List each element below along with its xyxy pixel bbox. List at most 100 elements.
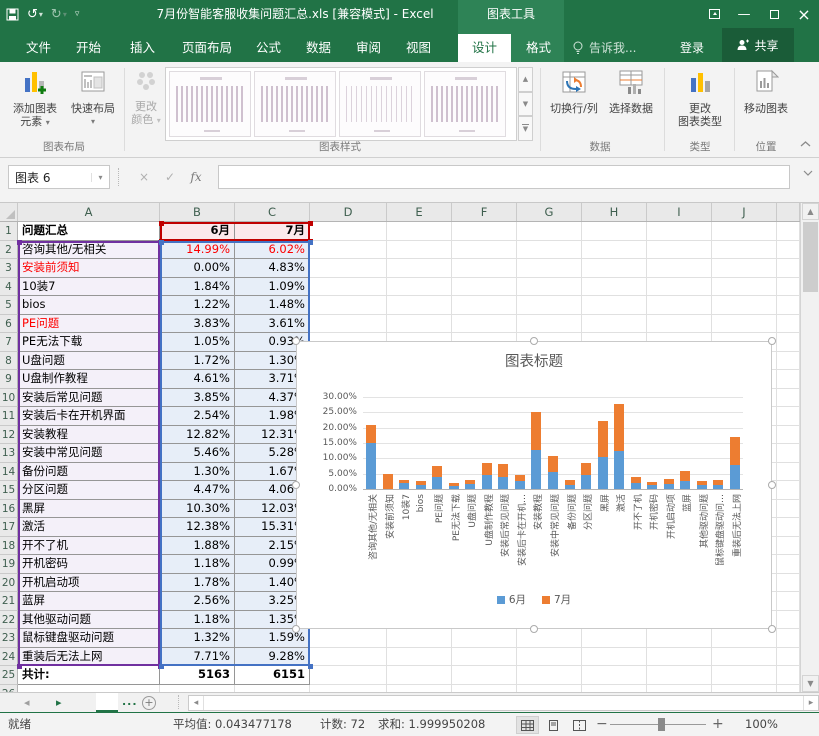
cell-F1[interactable] (452, 222, 517, 241)
chart-bar-鼠标键盘驱动问题[interactable] (713, 480, 723, 489)
cell-F3[interactable] (452, 259, 517, 278)
cell-A22[interactable]: 其他驱动问题 (18, 611, 160, 630)
ribbon-tab-5[interactable]: 公式 (242, 34, 295, 62)
scroll-left-arrow[interactable]: ◂ (189, 696, 204, 710)
column-header-I[interactable]: I (647, 203, 712, 221)
cell-I6[interactable] (647, 315, 712, 334)
row-header-9[interactable]: 9 (0, 370, 18, 389)
scroll-right-arrow[interactable]: ▸ (803, 696, 818, 710)
cell-D5[interactable] (310, 296, 387, 315)
cell-D3[interactable] (310, 259, 387, 278)
row-header-26[interactable]: 26 (0, 685, 18, 693)
page-layout-view-button[interactable] (542, 716, 565, 734)
chart-selection-handle[interactable] (768, 337, 776, 345)
column-header-G[interactable]: G (517, 203, 582, 221)
cell-X14[interactable] (777, 463, 800, 482)
horizontal-scrollbar[interactable]: ◂ ▸ (188, 695, 819, 711)
undo-button[interactable]: ↺▾ (27, 7, 43, 22)
sheet-nav-next-icon[interactable]: ▸ (56, 693, 62, 713)
row-header-16[interactable]: 16 (0, 500, 18, 519)
cell-G6[interactable] (517, 315, 582, 334)
bar-segment-jun[interactable] (730, 465, 740, 489)
scroll-down-arrow[interactable]: ▼ (802, 675, 819, 692)
enter-formula-button[interactable]: ✓ (158, 165, 182, 189)
bar-segment-jul[interactable] (697, 481, 707, 485)
row-header-13[interactable]: 13 (0, 444, 18, 463)
cell-H4[interactable] (582, 278, 647, 297)
cell-B16[interactable]: 10.30% (160, 500, 235, 519)
bar-segment-jun[interactable] (432, 477, 442, 489)
bar-segment-jul[interactable] (581, 463, 591, 475)
ribbon-tab-8[interactable]: 视图 (392, 34, 445, 62)
cell-H1[interactable] (582, 222, 647, 241)
insert-function-button[interactable]: fx (184, 165, 208, 189)
row-header-21[interactable]: 21 (0, 592, 18, 611)
cell-J25[interactable] (712, 666, 777, 685)
cell-F26[interactable] (452, 685, 517, 693)
chart-bar-PE问题[interactable] (432, 466, 442, 489)
bar-segment-jun[interactable] (465, 484, 475, 489)
chart-bar-咨询其他/无相关[interactable] (366, 425, 376, 489)
row-header-8[interactable]: 8 (0, 352, 18, 371)
cell-X12[interactable] (777, 426, 800, 445)
row-header-24[interactable]: 24 (0, 648, 18, 667)
bar-segment-jul[interactable] (432, 466, 442, 477)
maximize-button[interactable] (759, 0, 789, 28)
cell-F25[interactable] (452, 666, 517, 685)
chart-title[interactable]: 图表标题 (297, 350, 771, 371)
bar-segment-jul[interactable] (631, 477, 641, 484)
chart-bar-激活[interactable] (614, 404, 624, 489)
cell-B18[interactable]: 1.88% (160, 537, 235, 556)
cell-X22[interactable] (777, 611, 800, 630)
cell-A12[interactable]: 安装教程 (18, 426, 160, 445)
bar-segment-jun[interactable] (697, 485, 707, 489)
ribbon-tab-3[interactable]: 插入 (116, 34, 169, 62)
chart-selection-handle[interactable] (530, 625, 538, 633)
bar-segment-jul[interactable] (647, 482, 657, 485)
cell-B12[interactable]: 12.82% (160, 426, 235, 445)
cancel-formula-button[interactable]: × (132, 165, 156, 189)
cell-E1[interactable] (387, 222, 452, 241)
row-header-7[interactable]: 7 (0, 333, 18, 352)
cell-G1[interactable] (517, 222, 582, 241)
chart-bar-10装7[interactable] (399, 480, 409, 489)
cell-D1[interactable] (310, 222, 387, 241)
bar-segment-jun[interactable] (548, 472, 558, 489)
cell-E2[interactable] (387, 241, 452, 260)
cell-J23[interactable] (712, 629, 777, 648)
ribbon-tab-4[interactable]: 页面布局 (168, 34, 246, 62)
bar-segment-jul[interactable] (399, 480, 409, 483)
cell-F24[interactable] (452, 648, 517, 667)
bar-segment-jun[interactable] (713, 485, 723, 489)
bar-segment-jul[interactable] (449, 483, 459, 486)
cell-J24[interactable] (712, 648, 777, 667)
cell-X7[interactable] (777, 333, 800, 352)
cell-J2[interactable] (712, 241, 777, 260)
cell-D23[interactable] (310, 629, 387, 648)
gallery-more-button[interactable]: ▼ (518, 116, 533, 141)
cell-B14[interactable]: 1.30% (160, 463, 235, 482)
chart-bar-bios[interactable] (416, 481, 426, 489)
page-break-view-button[interactable] (568, 716, 591, 734)
cell-X15[interactable] (777, 481, 800, 500)
cell-E6[interactable] (387, 315, 452, 334)
chart-bar-蓝屏[interactable] (680, 471, 690, 489)
cell-F4[interactable] (452, 278, 517, 297)
cell-J6[interactable] (712, 315, 777, 334)
cell-A15[interactable]: 分区问题 (18, 481, 160, 500)
chart-bar-备份问题[interactable] (565, 480, 575, 489)
row-header-3[interactable]: 3 (0, 259, 18, 278)
formula-input[interactable] (218, 165, 790, 189)
bar-segment-jun[interactable] (515, 481, 525, 489)
chart-style-thumbnail[interactable] (339, 71, 421, 137)
bar-segment-jul[interactable] (565, 480, 575, 485)
cell-A8[interactable]: U盘问题 (18, 352, 160, 371)
bar-segment-jul[interactable] (465, 480, 475, 484)
cell-D4[interactable] (310, 278, 387, 297)
bar-segment-jul[interactable] (680, 471, 690, 481)
row-header-19[interactable]: 19 (0, 555, 18, 574)
row-header-10[interactable]: 10 (0, 389, 18, 408)
cell-J26[interactable] (712, 685, 777, 693)
cell-C25[interactable]: 6151 (235, 666, 310, 685)
chart-bar-安装后常见问题[interactable] (498, 464, 508, 489)
